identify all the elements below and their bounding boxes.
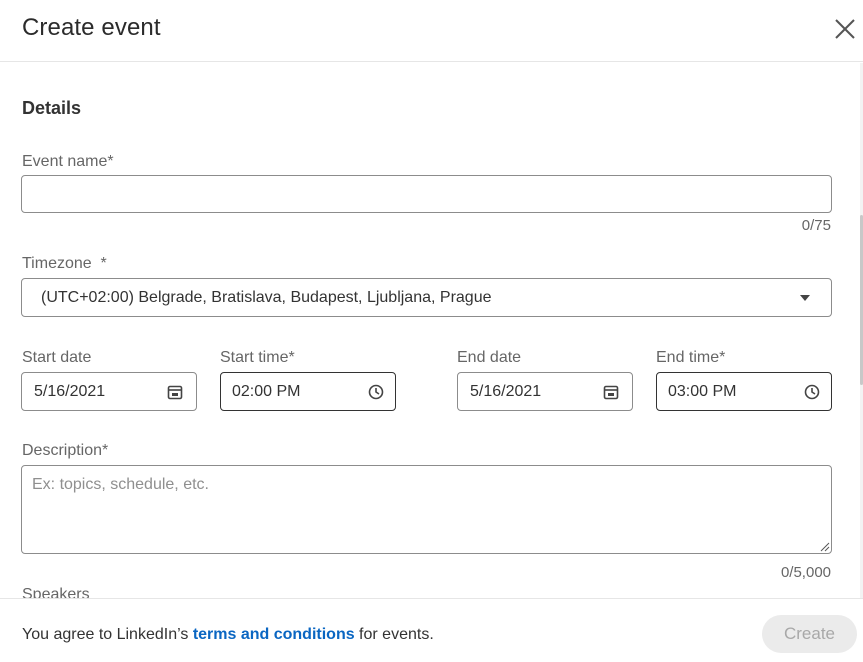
calendar-icon[interactable] bbox=[603, 384, 619, 400]
description-counter: 0/5,000 bbox=[780, 564, 831, 581]
event-name-label-text: Event name bbox=[22, 153, 108, 170]
timezone-label: Timezone * bbox=[22, 255, 107, 273]
agree-suffix: for events. bbox=[354, 626, 434, 643]
timezone-selected-value: (UTC+02:00) Belgrade, Bratislava, Budape… bbox=[41, 289, 492, 306]
create-event-modal: Create event Details Event name* 0/75 Ti… bbox=[0, 0, 863, 662]
caret-down-icon bbox=[800, 295, 810, 301]
end-date-input[interactable]: 5/16/2021 bbox=[457, 372, 633, 411]
modal-footer: You agree to LinkedIn’s terms and condit… bbox=[0, 598, 863, 662]
start-date-value: 5/16/2021 bbox=[34, 383, 106, 400]
description-placeholder: Ex: topics, schedule, etc. bbox=[32, 476, 209, 493]
agree-prefix: You agree to LinkedIn’s bbox=[22, 626, 193, 643]
end-time-label: End time* bbox=[656, 349, 725, 367]
close-button[interactable] bbox=[833, 17, 857, 41]
event-name-counter: 0/75 bbox=[801, 217, 831, 234]
description-label-text: Description bbox=[22, 442, 103, 459]
end-date-value: 5/16/2021 bbox=[470, 383, 542, 400]
required-mark: * bbox=[288, 349, 295, 366]
speakers-label: Speakers bbox=[22, 586, 90, 598]
timezone-label-text: Timezone bbox=[22, 255, 92, 272]
modal-header: Create event bbox=[0, 0, 863, 62]
timezone-select[interactable]: (UTC+02:00) Belgrade, Bratislava, Budape… bbox=[21, 278, 832, 317]
start-time-input[interactable]: 02:00 PM bbox=[220, 372, 396, 411]
start-date-label: Start date bbox=[22, 349, 92, 366]
terms-agreement-text: You agree to LinkedIn’s terms and condit… bbox=[22, 626, 434, 644]
required-mark: * bbox=[107, 153, 114, 170]
start-date-input[interactable]: 5/16/2021 bbox=[21, 372, 197, 411]
end-time-value: 03:00 PM bbox=[668, 383, 737, 400]
section-title-details: Details bbox=[22, 98, 82, 118]
event-name-label: Event name* bbox=[22, 153, 114, 171]
event-name-input[interactable] bbox=[21, 175, 832, 213]
close-icon bbox=[835, 19, 855, 39]
end-date-label: End date bbox=[457, 349, 522, 366]
required-mark: * bbox=[102, 442, 109, 459]
end-time-input[interactable]: 03:00 PM bbox=[656, 372, 832, 411]
clock-icon[interactable] bbox=[368, 384, 384, 400]
required-mark: * bbox=[719, 349, 726, 366]
start-time-label-text: Start time bbox=[220, 349, 289, 366]
clock-icon[interactable] bbox=[804, 384, 820, 400]
start-time-value: 02:00 PM bbox=[232, 383, 301, 400]
end-time-label-text: End time bbox=[656, 349, 720, 366]
calendar-icon[interactable] bbox=[167, 384, 183, 400]
modal-body[interactable]: Details Event name* 0/75 Timezone * (UTC… bbox=[0, 63, 863, 598]
description-label: Description* bbox=[22, 442, 108, 460]
description-textarea[interactable]: Ex: topics, schedule, etc. bbox=[21, 465, 832, 554]
modal-title: Create event bbox=[22, 14, 161, 41]
required-mark: * bbox=[100, 255, 107, 272]
terms-and-conditions-link[interactable]: terms and conditions bbox=[193, 626, 355, 643]
resize-grip-icon[interactable] bbox=[820, 542, 830, 552]
create-button[interactable]: Create bbox=[762, 615, 857, 653]
start-time-label: Start time* bbox=[220, 349, 295, 367]
